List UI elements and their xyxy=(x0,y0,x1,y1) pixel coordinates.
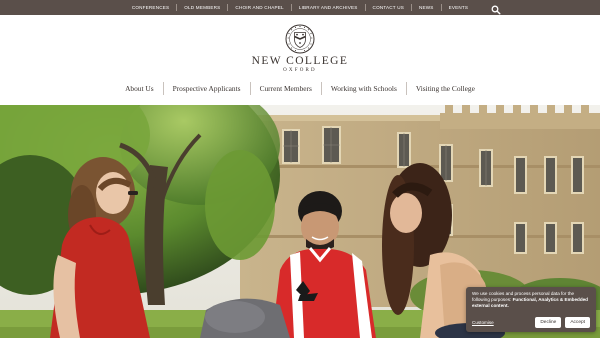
college-crest-icon xyxy=(285,24,315,54)
nav-item-prospective-applicants[interactable]: Prospective Applicants xyxy=(164,84,250,93)
college-logo[interactable]: NEW COLLEGE OXFORD xyxy=(250,24,350,74)
utility-bar: CONFERENCES OLD MEMBERS CHOIR AND CHAPEL… xyxy=(0,0,600,15)
utility-link-events[interactable]: EVENTS xyxy=(442,5,476,10)
college-location: OXFORD xyxy=(283,68,317,73)
utility-link-contact-us[interactable]: CONTACT US xyxy=(366,5,411,10)
utility-link-choir-chapel[interactable]: CHOIR AND CHAPEL xyxy=(228,5,290,10)
cookie-accept-button[interactable]: Accept xyxy=(565,316,590,328)
college-name: NEW COLLEGE xyxy=(251,55,349,67)
nav-item-current-members[interactable]: Current Members xyxy=(251,84,321,93)
cookie-customise-link[interactable]: Customise xyxy=(472,320,531,325)
nav-item-about-us[interactable]: About Us xyxy=(116,84,163,93)
utility-link-library-archives[interactable]: LIBRARY AND ARCHIVES xyxy=(292,5,365,10)
utility-links: CONFERENCES OLD MEMBERS CHOIR AND CHAPEL… xyxy=(125,4,475,11)
utility-link-old-members[interactable]: OLD MEMBERS xyxy=(177,5,227,10)
cookie-actions: Customise Decline Accept xyxy=(472,316,590,328)
nav-item-working-with-schools[interactable]: Working with Schools xyxy=(322,84,406,93)
nav-item-visiting-the-college[interactable]: Visiting the College xyxy=(407,84,484,93)
search-icon[interactable] xyxy=(491,2,501,15)
utility-link-news[interactable]: NEWS xyxy=(412,5,441,10)
utility-link-conferences[interactable]: CONFERENCES xyxy=(125,5,176,10)
cookie-consent-banner: We use cookies and process personal data… xyxy=(466,287,596,332)
cookie-decline-button[interactable]: Decline xyxy=(535,316,562,328)
cookie-message: We use cookies and process personal data… xyxy=(472,291,590,309)
main-navigation: About Us Prospective Applicants Current … xyxy=(0,80,600,96)
